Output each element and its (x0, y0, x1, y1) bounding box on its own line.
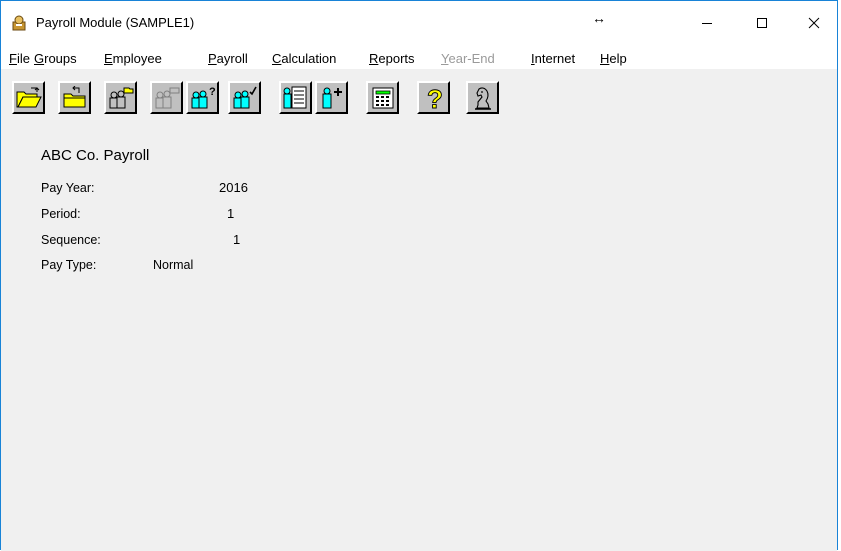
group-open-icon (109, 87, 134, 108)
payroll-window: Payroll Module (SAMPLE1) ↔ File Groups E… (0, 0, 838, 551)
minimize-icon (702, 23, 712, 24)
title-bar[interactable]: Payroll Module (SAMPLE1) ↔ (1, 1, 837, 45)
employee-file-button[interactable] (279, 81, 312, 114)
menu-help[interactable]: Help (600, 51, 627, 66)
menu-calculation[interactable]: Calculation (272, 51, 336, 66)
exit-button[interactable] (466, 81, 499, 114)
window-title: Payroll Module (SAMPLE1) (36, 15, 195, 30)
group-query-button[interactable]: ? (186, 81, 219, 114)
close-icon (808, 17, 820, 29)
client-area: ABC Co. Payroll Pay Year: 2016 Period: 1… (1, 116, 837, 551)
chess-knight-icon (474, 86, 491, 110)
group-check-button[interactable] (228, 81, 261, 114)
pay-type-value: Normal (153, 258, 194, 272)
maximize-icon (757, 18, 767, 28)
group-query-icon: ? (191, 86, 216, 108)
close-folder-icon (63, 85, 86, 107)
close-button[interactable] (791, 1, 837, 45)
help-question-icon: ? (426, 84, 443, 112)
sequence-value: 1 (233, 232, 241, 247)
svg-text:?: ? (209, 86, 216, 98)
menu-file[interactable]: File (9, 51, 30, 66)
menu-payroll[interactable]: Payroll (208, 51, 248, 66)
add-employee-button[interactable] (315, 81, 348, 114)
payroll-app-icon[interactable] (10, 14, 28, 32)
calculator-icon (372, 87, 393, 108)
add-employee-icon (322, 87, 342, 108)
sequence-label: Sequence: (41, 233, 101, 247)
pay-year-label: Pay Year: (41, 181, 95, 195)
menu-year-end: Year-End (441, 51, 495, 66)
menu-employee[interactable]: Employee (104, 51, 162, 66)
pay-year-value: 2016 (219, 180, 248, 195)
toolbar: ? ? (1, 69, 837, 116)
menu-groups[interactable]: Groups (34, 51, 77, 66)
group-close-button (150, 81, 183, 114)
group-check-icon (233, 86, 257, 108)
period-label: Period: (41, 207, 81, 221)
minimize-button[interactable] (684, 1, 730, 45)
group-open-button[interactable] (104, 81, 137, 114)
open-button[interactable] (12, 81, 45, 114)
menu-reports[interactable]: Reports (369, 51, 415, 66)
svg-text:?: ? (427, 84, 443, 112)
help-button[interactable]: ? (417, 81, 450, 114)
open-folder-icon (16, 86, 42, 107)
company-name: ABC Co. Payroll (41, 147, 150, 164)
close-file-button[interactable] (58, 81, 91, 114)
menu-internet[interactable]: Internet (531, 51, 575, 66)
pay-type-label: Pay Type: (41, 258, 97, 272)
menu-bar: File Groups Employee Payroll Calculation… (1, 49, 837, 69)
employee-file-icon (283, 86, 307, 108)
resize-arrows-icon: ↔ (592, 10, 606, 26)
calculator-button[interactable] (366, 81, 399, 114)
period-value: 1 (227, 206, 235, 221)
group-close-icon (155, 87, 180, 108)
maximize-button[interactable] (739, 1, 785, 45)
